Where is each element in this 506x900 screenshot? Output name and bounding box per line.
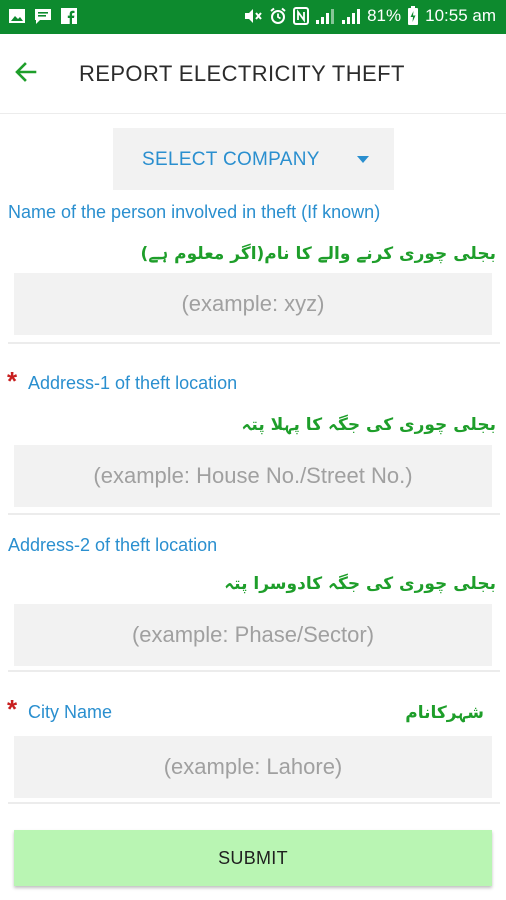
name-label: Name of the person involved in theft (If… (8, 202, 381, 222)
back-button[interactable] (8, 56, 44, 92)
battery-icon (407, 6, 419, 26)
select-company-dropdown[interactable]: SELECT COMPANY (113, 128, 394, 190)
city-name-input[interactable] (14, 736, 492, 798)
nfc-icon (293, 7, 310, 25)
required-mark: * (7, 366, 18, 396)
status-time: 10:55 am (425, 6, 496, 25)
address-1-input[interactable] (14, 445, 492, 507)
mute-icon (243, 7, 263, 25)
status-bar-system: 81% 10:55 am (243, 6, 496, 26)
message-icon (34, 7, 52, 25)
address-2-label-urdu: بجلی چوری کی جگہ کادوسرا پتہ (224, 574, 496, 594)
signal-icon (341, 7, 361, 25)
arrow-left-icon (13, 59, 39, 90)
select-company-label: SELECT COMPANY (142, 149, 320, 170)
signal-icon (315, 7, 335, 25)
app-bar: REPORT ELECTRICITY THEFT (0, 34, 506, 114)
city-name-label: City Name (28, 702, 113, 722)
divider (8, 513, 500, 515)
alarm-icon (269, 7, 287, 25)
person-name-input[interactable] (14, 273, 492, 335)
submit-button[interactable]: SUBMIT (14, 830, 492, 886)
status-bar: 81% 10:55 am (0, 0, 506, 34)
divider (8, 342, 500, 344)
status-bar-notifications (8, 7, 78, 25)
divider (8, 670, 500, 672)
facebook-icon (60, 7, 78, 25)
divider (8, 802, 500, 804)
page-title: REPORT ELECTRICITY THEFT (79, 61, 405, 86)
address-1-label-urdu: بجلی چوری کی جگہ کا پہلا پتہ (241, 415, 496, 435)
required-mark: * (7, 694, 18, 724)
address-1-label: Address-1 of theft location (28, 373, 238, 393)
caret-down-icon (357, 156, 369, 163)
image-icon (8, 7, 26, 25)
address-2-input[interactable] (14, 604, 492, 666)
battery-percent: 81% (367, 6, 402, 25)
address-2-label: Address-2 of theft location (8, 535, 218, 555)
city-name-label-urdu: شہرکانام (405, 703, 484, 723)
name-label-urdu: بجلی چوری کرنے والے کا نام(اگر معلوم ہے) (140, 244, 496, 264)
